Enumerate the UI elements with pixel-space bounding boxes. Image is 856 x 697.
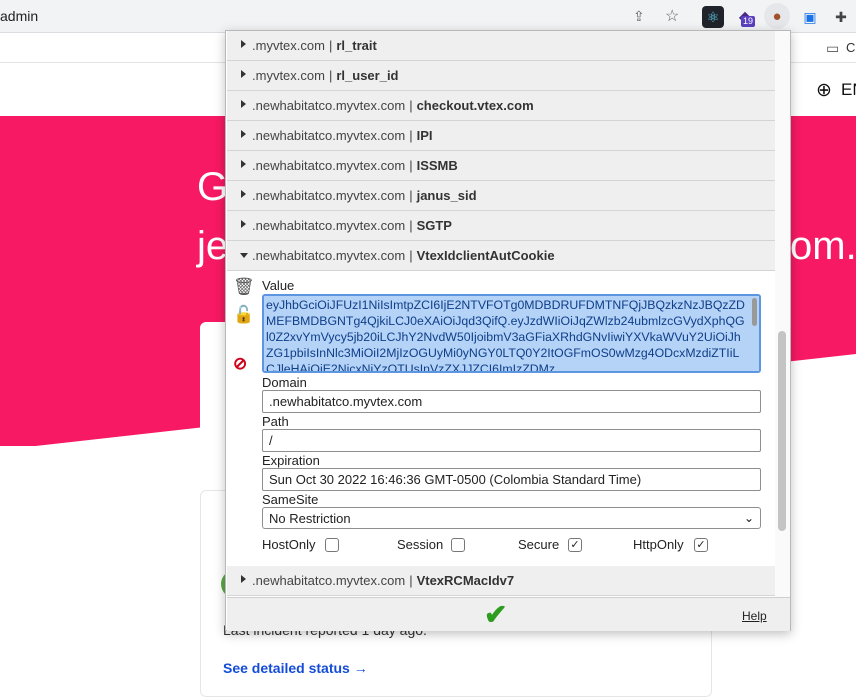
save-check-icon[interactable]: ✔ xyxy=(484,598,507,631)
react-devtools-icon[interactable]: ⚛ xyxy=(702,6,724,28)
cookie-row[interactable]: .newhabitatco.myvtex.com | ISSMB xyxy=(227,151,775,181)
samesite-value: No Restriction xyxy=(269,511,351,526)
value-text[interactable]: eyJhbGciOiJFUzI1NiIsImtpZCI6IjE2NTVFOTg0… xyxy=(264,296,759,371)
url-text[interactable]: admin xyxy=(0,8,38,24)
expand-right-icon[interactable] xyxy=(241,130,246,138)
expand-right-icon[interactable] xyxy=(241,190,246,198)
cookie-separator: | xyxy=(328,38,333,53)
globe-icon[interactable]: ⊕ xyxy=(816,79,832,102)
cookie-editor-popup: .myvtex.com | rl_trait .myvtex.com | rl_user_… xyxy=(225,30,791,631)
path-field[interactable]: / xyxy=(262,429,761,452)
cookie-name: janus_sid xyxy=(416,188,477,203)
unlock-icon[interactable]: 🔓 xyxy=(233,305,254,325)
extensions-puzzle-icon[interactable]: ✚ xyxy=(830,6,852,28)
cookie-separator: | xyxy=(409,158,413,173)
hero-text-line2-start: je xyxy=(197,224,229,268)
cookie-separator: | xyxy=(409,188,413,203)
cookie-name: checkout.vtex.com xyxy=(416,98,534,113)
extension-badge: 19 xyxy=(741,16,756,27)
address-bar[interactable]: admin ⇪ ☆ ⚛ ◆ 19 ● ▣ ✚ xyxy=(0,0,856,33)
folder-icon[interactable]: ▭ xyxy=(826,40,839,57)
cookie-row[interactable]: .newhabitatco.myvtex.com | checkout.vtex.c… xyxy=(227,91,775,121)
bookmark-folder-label[interactable]: C xyxy=(846,40,855,55)
cookie-domain: .newhabitatco.myvtex.com xyxy=(252,98,406,113)
cookie-name: SGTP xyxy=(416,218,452,233)
cookie-row[interactable]: .newhabitatco.myvtex.com | IPI xyxy=(227,121,775,151)
expand-right-icon[interactable] xyxy=(241,100,246,108)
blue-extension-icon[interactable]: ▣ xyxy=(799,6,821,28)
cookie-domain: .newhabitatco.myvtex.com xyxy=(252,158,406,173)
cookie-name: IPI xyxy=(416,128,433,143)
cookie-domain: .newhabitatco.myvtex.com xyxy=(252,188,406,203)
domain-label: Domain xyxy=(262,375,307,390)
cookie-detail-panel: 🗑 🔓 ⊘ Value eyJhbGciOiJFUzI1NiIsImtpZCI6… xyxy=(227,272,775,566)
cookie-separator: | xyxy=(328,68,333,83)
help-link[interactable]: Help xyxy=(742,609,767,623)
path-label: Path xyxy=(262,414,289,429)
bookmark-star-icon[interactable]: ☆ xyxy=(665,6,679,26)
cookie-domain: .myvtex.com xyxy=(252,68,325,83)
cookie-row[interactable]: .myvtex.com | rl_user_id xyxy=(227,61,775,91)
see-detailed-status-link[interactable]: See detailed status → xyxy=(223,660,368,676)
cookie-domain: .newhabitatco.myvtex.com xyxy=(252,573,406,588)
value-scrollbar[interactable] xyxy=(752,298,757,326)
value-textarea[interactable]: eyJhbGciOiJFUzI1NiIsImtpZCI6IjE2NTVFOTg0… xyxy=(262,294,761,373)
cookie-editor-icon[interactable]: ● xyxy=(764,3,790,29)
cookie-separator: | xyxy=(409,248,413,263)
cookie-domain: .myvtex.com xyxy=(252,38,325,53)
cookie-separator: | xyxy=(409,128,413,143)
cookie-domain: .newhabitatco.myvtex.com xyxy=(252,128,406,143)
expiration-label: Expiration xyxy=(262,453,320,468)
hero-text-line2-end: om. xyxy=(790,224,856,268)
share-icon[interactable]: ⇪ xyxy=(633,8,649,24)
cookie-domain: .newhabitatco.myvtex.com xyxy=(252,218,406,233)
session-label: Session xyxy=(397,537,444,552)
cookie-name: ISSMB xyxy=(416,158,458,173)
domain-field[interactable]: .newhabitatco.myvtex.com xyxy=(262,390,761,413)
expand-right-icon[interactable] xyxy=(241,575,246,583)
value-label: Value xyxy=(262,278,295,293)
popup-footer: ✔ Help xyxy=(227,597,790,631)
expand-right-icon[interactable] xyxy=(241,70,246,78)
samesite-select[interactable]: No Restriction ⌄ xyxy=(262,507,761,529)
cookie-separator: | xyxy=(409,218,413,233)
httponly-checkbox[interactable]: ✓ xyxy=(694,538,708,552)
language-selector[interactable]: EN xyxy=(841,80,856,100)
cookie-row[interactable]: .newhabitatco.myvtex.com | SGTP xyxy=(227,211,775,241)
cookie-row[interactable]: .myvtex.com | rl_trait xyxy=(227,31,775,61)
cookie-name: VtexIdclientAutCookie xyxy=(416,248,555,263)
block-icon[interactable]: ⊘ xyxy=(233,354,247,374)
cookie-name: rl_trait xyxy=(336,38,377,53)
cookie-row[interactable]: .newhabitatco.myvtex.com | VtexIdclientAut… xyxy=(227,241,775,271)
cookie-row[interactable]: .newhabitatco.myvtex.com | VtexRCMacIdv7 xyxy=(227,566,775,596)
expand-down-icon[interactable] xyxy=(240,253,248,258)
cookie-separator: | xyxy=(409,573,413,588)
expiration-field[interactable]: Sun Oct 30 2022 16:46:36 GMT-0500 (Colom… xyxy=(262,468,761,491)
hero-text-line1: G xyxy=(197,165,229,209)
expand-right-icon[interactable] xyxy=(241,220,246,228)
httponly-label: HttpOnly xyxy=(633,537,684,552)
popup-scrollbar-thumb[interactable] xyxy=(778,331,786,531)
trash-icon[interactable]: 🗑 xyxy=(233,277,255,297)
hostonly-label: HostOnly xyxy=(262,537,316,552)
expand-right-icon[interactable] xyxy=(241,40,246,48)
cookie-name: VtexRCMacIdv7 xyxy=(416,573,515,588)
samesite-label: SameSite xyxy=(262,492,319,507)
secure-checkbox[interactable]: ✓ xyxy=(568,538,582,552)
secure-label: Secure xyxy=(518,537,560,552)
cookie-name: rl_user_id xyxy=(336,68,399,83)
session-checkbox[interactable] xyxy=(451,538,465,552)
cookie-domain: .newhabitatco.myvtex.com xyxy=(252,248,406,263)
hostonly-checkbox[interactable] xyxy=(325,538,339,552)
chevron-down-icon: ⌄ xyxy=(743,511,754,525)
cookie-row[interactable]: .newhabitatco.myvtex.com | janus_sid xyxy=(227,181,775,211)
expand-right-icon[interactable] xyxy=(241,160,246,168)
cookie-separator: | xyxy=(409,98,413,113)
